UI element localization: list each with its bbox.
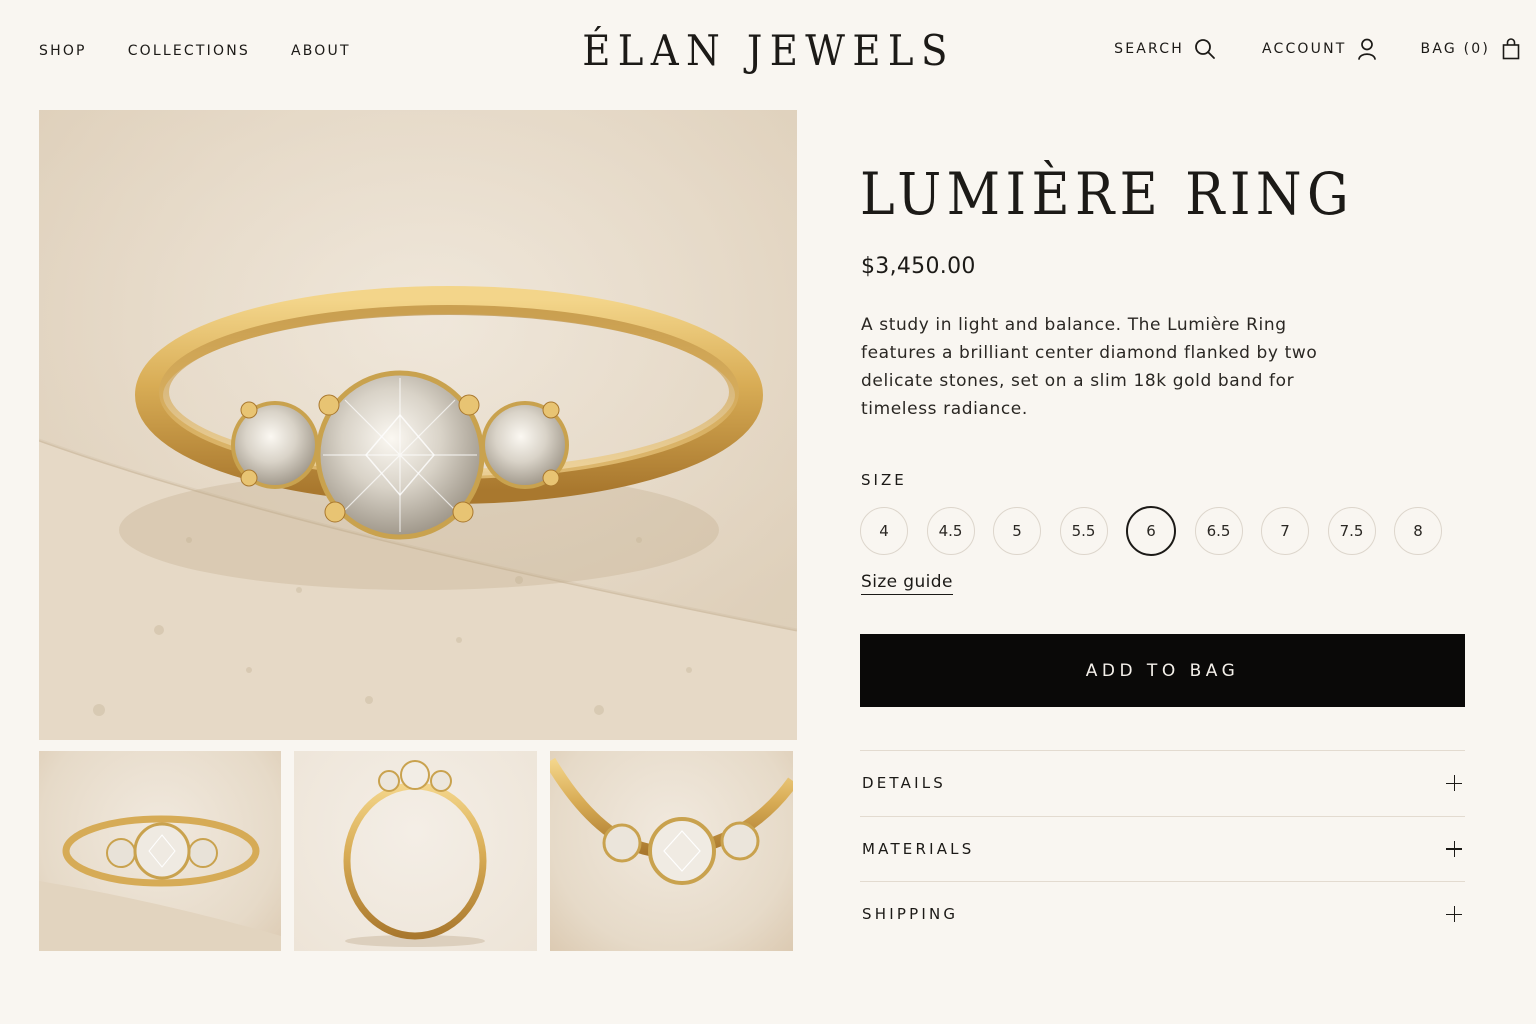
accordion-title: DETAILS [862,774,946,793]
search-button[interactable]: SEARCH [1114,38,1216,60]
accordion-details[interactable]: DETAILS [860,750,1465,816]
size-option-5[interactable]: 5 [993,507,1041,555]
search-icon [1194,38,1216,60]
size-option-7[interactable]: 7 [1261,507,1309,555]
account-label: ACCOUNT [1261,41,1347,57]
ring-thumbnail-top [39,815,281,951]
product-main-image[interactable] [39,110,797,740]
utility-nav: SEARCH ACCOUNT BAG (0) [1114,38,1520,60]
size-selector: 4 4.5 5 5.5 6 6.5 7 7.5 8 [860,506,1461,556]
plus-icon [1446,775,1462,792]
size-option-7-5[interactable]: 7.5 [1327,507,1376,555]
thumbnail-3[interactable] [550,751,793,951]
search-label: SEARCH [1114,41,1184,57]
size-option-6-selected[interactable]: 6 [1126,506,1176,556]
bag-label: BAG (0) [1420,41,1490,57]
size-option-4-5[interactable]: 4.5 [926,507,975,555]
bag-button[interactable]: BAG (0) [1421,38,1520,60]
product-title: LUMIÈRE RING [860,160,1409,228]
size-option-6-5[interactable]: 6.5 [1194,507,1243,555]
brand-name: ÉLAN JEWELS [581,26,955,75]
accordion-title: SHIPPING [862,905,959,924]
size-option-5-5[interactable]: 5.5 [1059,507,1108,555]
accordion-shipping[interactable]: SHIPPING [860,881,1465,947]
shopping-bag-icon [1502,38,1520,60]
size-guide-link[interactable]: Size guide [861,572,953,595]
ring-photo [39,110,797,740]
accordion-materials[interactable]: MATERIALS [860,815,1465,882]
product-price: $3,450.00 [861,254,976,279]
thumbnail-1[interactable] [39,751,281,951]
ring-thumbnail-closeup [550,757,793,885]
plus-icon [1446,840,1462,857]
thumbnail-2[interactable] [294,751,537,951]
plus-icon [1446,906,1462,923]
accordion-title: MATERIALS [862,839,975,858]
account-button[interactable]: ACCOUNT [1262,38,1377,60]
size-label: SIZE [861,471,907,489]
ring-thumbnail-side [343,760,487,947]
user-icon [1357,38,1377,60]
product-title-text: LUMIÈRE RING [860,160,1355,228]
size-option-4[interactable]: 4 [860,507,908,555]
product-description: A study in light and balance. The Lumièr… [861,315,1318,419]
add-to-bag-button[interactable]: ADD TO BAG [860,634,1465,707]
size-option-8[interactable]: 8 [1394,507,1442,555]
product-accordion: DETAILS MATERIALS SHIPPING [860,750,1465,947]
